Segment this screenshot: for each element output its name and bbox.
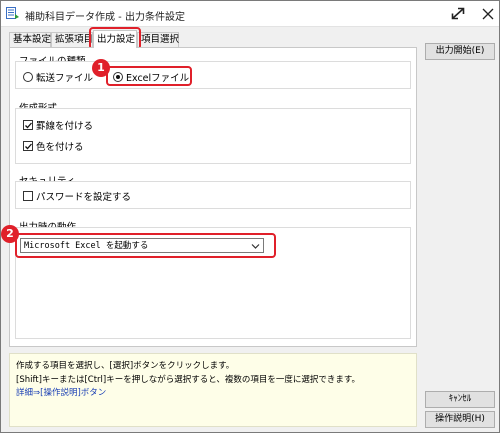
tab-basic-settings[interactable]: 基本設定 <box>9 32 51 47</box>
checkbox-colors-label: 色を付ける <box>36 142 84 153</box>
expand-icon[interactable] <box>448 5 468 23</box>
format-group <box>15 108 411 164</box>
tab-item-selection[interactable]: 項目選択 <box>137 32 179 47</box>
step-marker-1: 1 <box>92 59 110 77</box>
step-marker-2: 2 <box>1 225 19 243</box>
checkbox-borders-label: 罫線を付ける <box>36 121 94 132</box>
help-link[interactable]: 詳細⇒[操作説明]ボタン <box>16 386 106 398</box>
tab-output-settings[interactable]: 出力設定 <box>93 30 137 48</box>
window-title: 補助科目データ作成 - 出力条件設定 <box>25 12 185 23</box>
dialog-window: 補助科目データ作成 - 出力条件設定 基本設定 拡張項目 出力設定 項目選択 フ… <box>0 0 500 433</box>
checkbox-checked-icon[interactable] <box>23 120 33 130</box>
cancel-button[interactable]: ｷｬﾝｾﾙ <box>425 391 495 408</box>
help-button[interactable]: 操作説明(H) <box>425 411 495 428</box>
checkbox-password-label: パスワードを設定する <box>36 192 132 203</box>
radio-transfer-file-label: 転送ファイル <box>36 73 94 84</box>
tab-extended-items[interactable]: 拡張項目 <box>51 32 93 47</box>
title-bar[interactable]: 補助科目データ作成 - 出力条件設定 <box>1 1 499 27</box>
radio-transfer-file[interactable]: 転送ファイル <box>23 72 93 85</box>
close-icon[interactable] <box>478 5 498 23</box>
checkbox-password[interactable]: パスワードを設定する <box>23 191 131 204</box>
checkbox-empty-icon[interactable] <box>23 191 33 201</box>
help-line-2: [Shift]キーまたは[Ctrl]キーを押しながら選択すると、複数の項目を一度… <box>16 375 361 385</box>
start-output-button[interactable]: 出力開始(E) <box>425 43 495 60</box>
checkbox-borders[interactable]: 罫線を付ける <box>23 120 93 133</box>
checkbox-colors[interactable]: 色を付ける <box>23 141 84 154</box>
help-line-1: 作成する項目を選択し、[選択]ボタンをクリックします。 <box>16 361 235 371</box>
output-action-highlight <box>15 233 276 258</box>
help-panel: 作成する項目を選択し、[選択]ボタンをクリックします。 [Shift]キーまたは… <box>9 353 417 427</box>
app-icon <box>6 7 20 20</box>
checkbox-checked-icon[interactable] <box>23 141 33 151</box>
excel-option-highlight <box>106 66 192 86</box>
radio-icon[interactable] <box>23 72 33 82</box>
